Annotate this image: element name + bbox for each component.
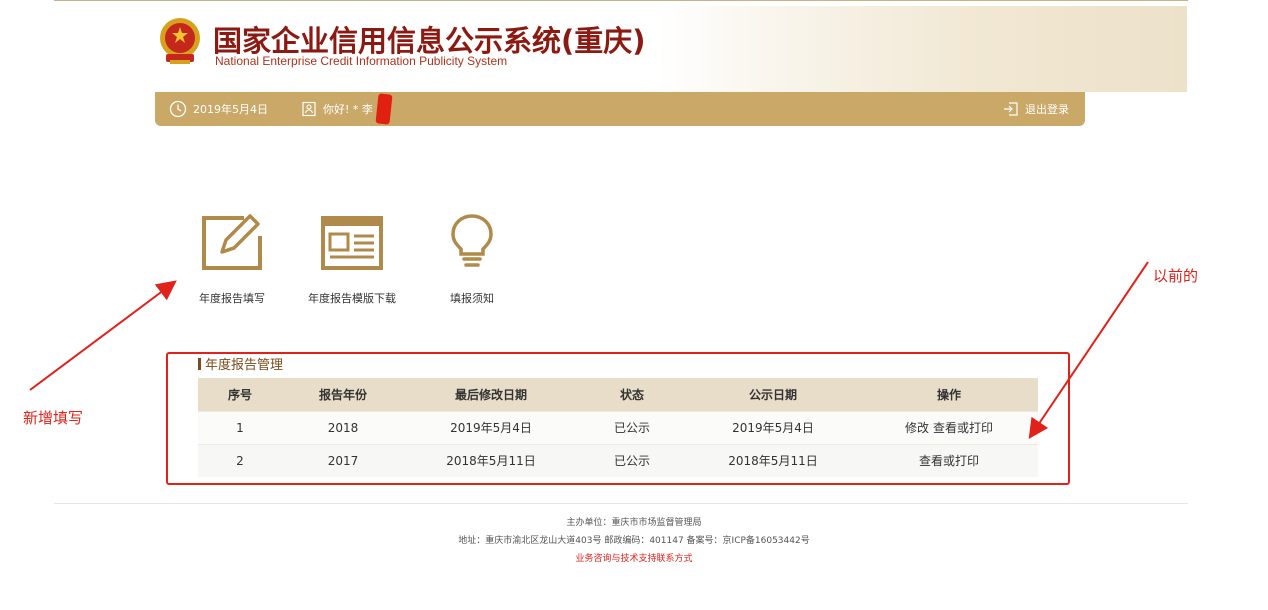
template-download-icon — [321, 216, 383, 270]
clock-icon — [169, 100, 187, 118]
greeting-text: 你好! * 李 — [323, 103, 373, 116]
footer-organizer: 主办单位：重庆市市场监督管理局 — [566, 518, 702, 528]
annotation-new-fill: 新增填写 — [23, 409, 84, 427]
redaction-mark — [375, 93, 393, 125]
tool-label: 年度报告模版下载 — [308, 292, 396, 305]
edit-icon — [202, 214, 262, 270]
logout-label: 退出登录 — [1025, 103, 1069, 116]
current-date: 2019年5月4日 — [169, 92, 268, 126]
site-header: 国家企业信用信息公示系统(重庆) National Enterprise Cre… — [155, 6, 1187, 92]
logout-button[interactable]: 退出登录 — [1003, 92, 1069, 126]
user-card-icon — [302, 101, 316, 117]
site-footer: 主办单位：重庆市市场监督管理局 地址：重庆市渝北区龙山大道403号 邮政编码：4… — [0, 514, 1268, 568]
date-text: 2019年5月4日 — [193, 103, 268, 116]
annotation-highlight-box — [166, 352, 1070, 485]
national-emblem-icon — [160, 18, 200, 64]
annotation-previous: 以前的 — [1153, 267, 1199, 285]
logout-icon — [1004, 102, 1018, 116]
footer-address: 地址：重庆市渝北区龙山大道403号 邮政编码：401147 备案号：京ICP备1… — [458, 536, 810, 546]
tool-label: 填报须知 — [450, 292, 494, 305]
user-bar: 2019年5月4日 你好! * 李 退出登录 — [155, 92, 1085, 126]
header-mountain-banner — [655, 6, 1187, 92]
lightbulb-icon — [451, 214, 493, 267]
arrow-new-fill — [29, 280, 177, 391]
user-greeting: 你好! * 李 — [301, 92, 393, 126]
top-divider — [54, 0, 1188, 1]
footer-divider — [54, 503, 1188, 504]
footer-contact-link[interactable]: 业务咨询与技术支持联系方式 — [0, 550, 1268, 568]
tool-filing-notice[interactable]: 填报须知 — [417, 212, 527, 306]
site-title-english: National Enterprise Credit Information P… — [215, 54, 508, 68]
tool-label: 年度报告填写 — [199, 292, 265, 305]
tool-template-download[interactable]: 年度报告模版下载 — [297, 212, 407, 306]
tool-annual-report-fill[interactable]: 年度报告填写 — [177, 212, 287, 306]
